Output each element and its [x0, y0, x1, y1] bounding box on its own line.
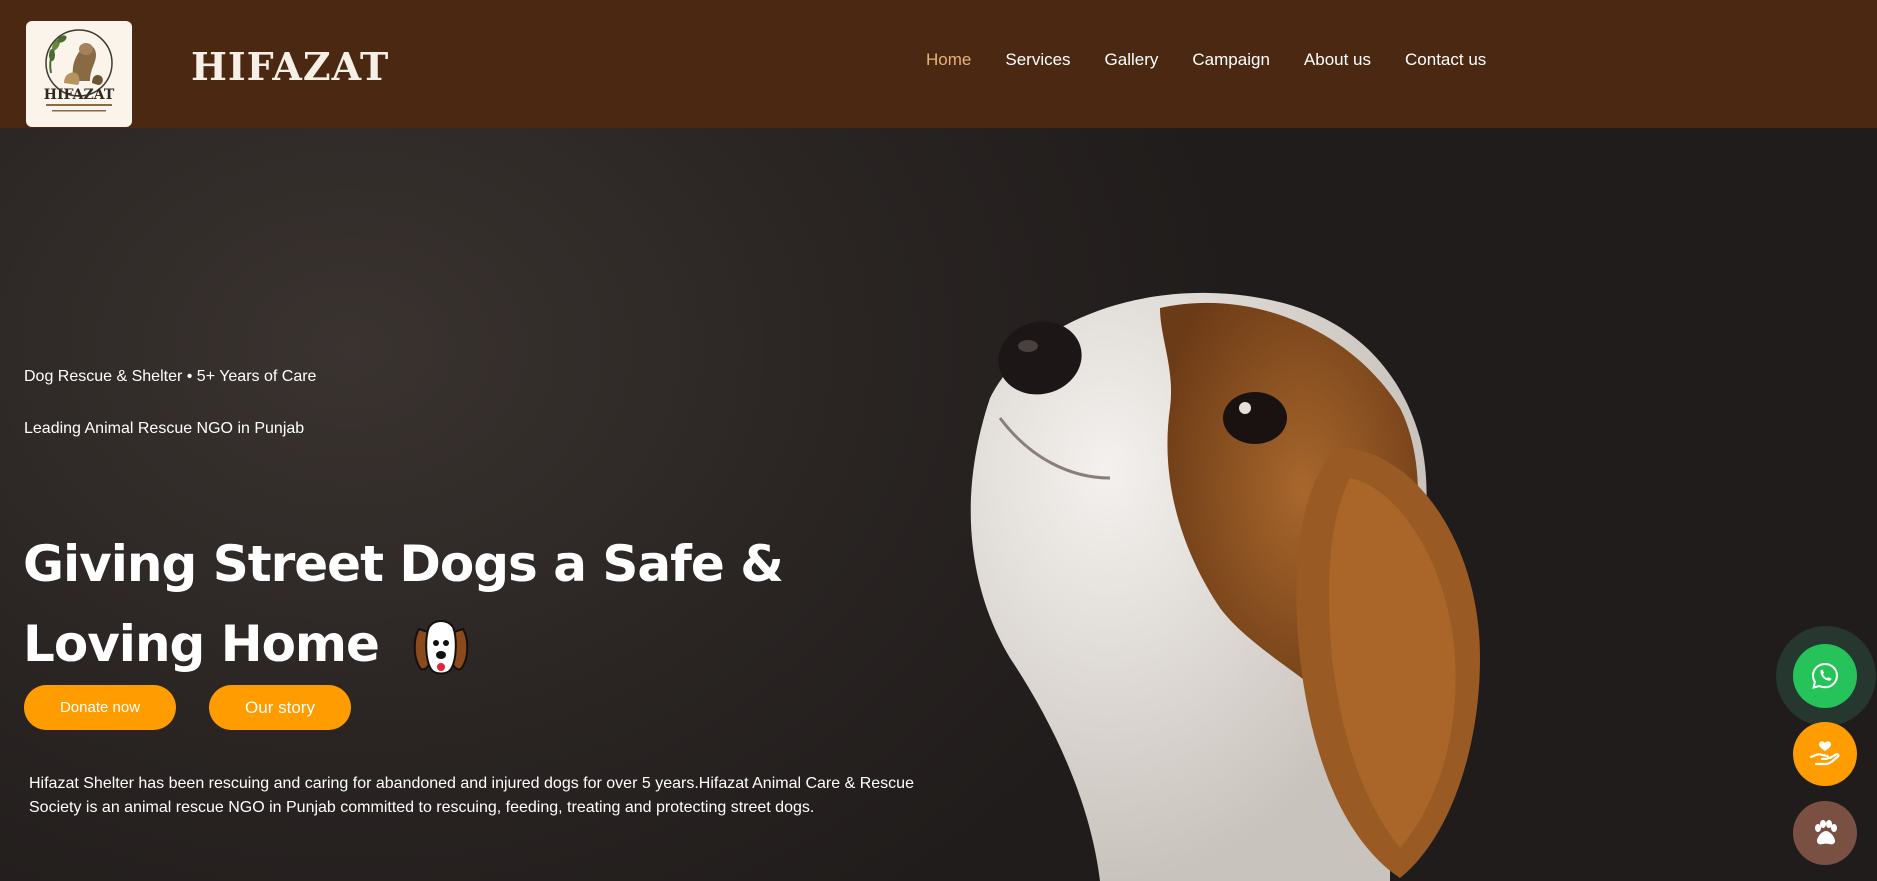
- main-nav: Home Services Gallery Campaign About us …: [926, 50, 1520, 70]
- donate-now-button[interactable]: Donate now: [24, 685, 176, 730]
- dog-face-icon: [414, 620, 469, 675]
- about-paragraph: Hifazat Shelter has been rescuing and ca…: [29, 775, 914, 816]
- headline-text: Giving Street Dogs a Safe & Loving Home: [23, 534, 784, 673]
- nav-campaign[interactable]: Campaign: [1192, 50, 1270, 70]
- nav-contact[interactable]: Contact us: [1405, 50, 1486, 70]
- nav-about[interactable]: About us: [1304, 50, 1371, 70]
- tagline-years: Dog Rescue & Shelter • 5+ Years of Care: [24, 368, 317, 385]
- beagle-image: [970, 292, 1480, 881]
- hero-headline: Giving Street Dogs a Safe & Loving Home: [23, 524, 923, 684]
- paw-icon: [1815, 820, 1837, 845]
- brand-name[interactable]: HIFAZAT: [191, 48, 389, 86]
- site-header: HIFAZAT HIFAZAT Home Services Gallery Ca…: [0, 0, 1877, 128]
- nav-gallery[interactable]: Gallery: [1105, 50, 1159, 70]
- heart-hand-icon: [1809, 741, 1840, 766]
- donate-float-button[interactable]: [1793, 722, 1857, 786]
- our-story-button[interactable]: Our story: [209, 685, 351, 730]
- hero-section: Dog Rescue & Shelter • 5+ Years of Care …: [0, 128, 1877, 881]
- whatsapp-icon: [1811, 662, 1839, 689]
- tagline-ngo: Leading Animal Rescue NGO in Punjab: [24, 420, 305, 437]
- nav-services[interactable]: Services: [1005, 50, 1070, 70]
- svg-text:HIFAZAT: HIFAZAT: [44, 87, 115, 103]
- whatsapp-button[interactable]: [1793, 644, 1857, 708]
- paw-float-button[interactable]: [1793, 801, 1857, 865]
- logo[interactable]: HIFAZAT: [26, 21, 132, 127]
- nav-home[interactable]: Home: [926, 50, 971, 70]
- logo-icon: HIFAZAT: [44, 29, 115, 112]
